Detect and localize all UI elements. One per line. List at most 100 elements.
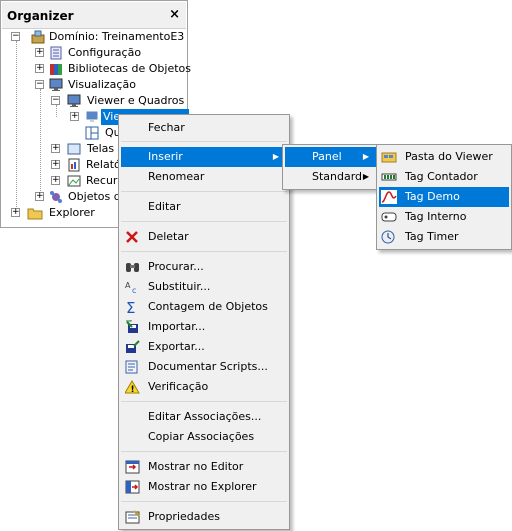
expand-icon[interactable]: + [51, 176, 60, 185]
menu-item-label: Editar [148, 200, 181, 213]
tree-item-explorer[interactable]: + Explorer [11, 205, 131, 221]
tree-item-configuracao[interactable]: + Configuração [35, 45, 185, 61]
menu-item-label: Deletar [148, 230, 189, 243]
screen-icon [67, 142, 81, 155]
menu-item-contagem[interactable]: Σ Contagem de Objetos [121, 297, 287, 317]
expand-icon[interactable]: + [70, 112, 79, 121]
menu-separator [121, 221, 287, 222]
export-icon [125, 340, 141, 354]
svg-text:c: c [132, 286, 136, 294]
tree-item-visualizacao[interactable]: − Visualização [35, 77, 185, 93]
tree-item-label: Bibliotecas de Objetos [68, 62, 192, 75]
close-icon[interactable]: × [169, 7, 180, 22]
viewer-folder-icon [381, 150, 397, 164]
menu-item-mostrar-explorer[interactable]: Mostrar no Explorer [121, 477, 287, 497]
menu-item-mostrar-editor[interactable]: Mostrar no Editor [121, 457, 287, 477]
tree-item-label: Relatórios [86, 158, 121, 171]
menu-item-panel[interactable]: Panel ▶ [285, 147, 377, 167]
menu-item-label: Tag Contador [405, 170, 478, 183]
menu-item-label: Documentar Scripts... [148, 360, 268, 373]
svg-text:Σ: Σ [126, 300, 135, 314]
tree-item-label: Explorer [49, 206, 95, 219]
folder-icon [27, 206, 43, 220]
internal-tag-icon [381, 210, 397, 224]
tree-line [16, 41, 17, 213]
menu-item-editar-associacoes[interactable]: Editar Associações... [121, 407, 287, 427]
context-menu: Fechar Inserir ▶ Renomear Editar Deletar… [118, 114, 290, 530]
collapse-icon[interactable]: − [51, 96, 60, 105]
menu-item-label: Tag Timer [405, 230, 459, 243]
properties-icon [125, 510, 141, 524]
menu-item-label: Standard [312, 170, 363, 183]
menu-item-tag-demo[interactable]: Tag Demo [379, 187, 509, 207]
tree-item-viewer-quadros[interactable]: − Viewer e Quadros [51, 93, 185, 109]
expand-icon[interactable]: + [35, 48, 44, 57]
menu-item-inserir[interactable]: Inserir ▶ [121, 147, 287, 167]
monitor-icon [67, 94, 81, 107]
submenu-arrow-icon: ▶ [362, 152, 369, 161]
menu-item-substituir[interactable]: Ac Substituir... [121, 277, 287, 297]
menu-separator [121, 251, 287, 252]
tree-item-dominio[interactable]: − Domínio: TreinamentoE3 [11, 29, 187, 45]
expand-icon[interactable]: + [35, 64, 44, 73]
show-in-explorer-icon [125, 480, 141, 494]
tree-item-quadros[interactable]: Quadros [83, 125, 123, 141]
menu-item-procurar[interactable]: Procurar... [121, 257, 287, 277]
menu-item-pasta-viewer[interactable]: Pasta do Viewer [379, 147, 509, 167]
document-scripts-icon [125, 360, 141, 374]
expand-icon[interactable]: + [51, 144, 60, 153]
menu-separator [121, 451, 287, 452]
collapse-icon[interactable]: − [35, 80, 44, 89]
menu-item-copiar-associacoes[interactable]: Copiar Associações [121, 427, 287, 447]
menu-item-exportar[interactable]: Exportar... [121, 337, 287, 357]
menu-item-tag-interno[interactable]: Tag Interno [379, 207, 509, 227]
organizer-title-bar: Organizer × [2, 2, 186, 29]
expand-icon[interactable]: + [51, 160, 60, 169]
tree-line [40, 89, 41, 197]
tree-item-label: Domínio: TreinamentoE3 [49, 30, 185, 43]
menu-item-fechar[interactable]: Fechar [121, 118, 287, 138]
menu-item-label: Inserir [148, 150, 183, 163]
tree-item-label: Recursos [86, 174, 121, 187]
menu-separator [121, 401, 287, 402]
menu-item-label: Mostrar no Editor [148, 460, 244, 473]
menu-item-tag-contador[interactable]: Tag Contador [379, 167, 509, 187]
svg-text:!: ! [131, 385, 135, 394]
expand-icon[interactable]: + [11, 208, 20, 217]
domain-icon [31, 30, 45, 44]
menu-item-label: Copiar Associações [148, 430, 255, 443]
report-icon [67, 158, 81, 172]
submenu-inserir: Panel ▶ Standard ▶ [282, 144, 380, 190]
menu-item-verificacao[interactable]: ! Verificação [121, 377, 287, 397]
tree-item-label: Configuração [68, 46, 142, 59]
tree-item-label: Viewer e Quadros [87, 94, 185, 107]
menu-item-standard[interactable]: Standard ▶ [285, 167, 377, 187]
monitor-icon [49, 78, 63, 91]
menu-item-propriedades[interactable]: Propriedades [121, 507, 287, 527]
tree-item-recursos[interactable]: + Recursos [51, 173, 121, 189]
tree-item-telas[interactable]: + Telas [51, 141, 121, 157]
tree-item-bibliotecas[interactable]: + Bibliotecas de Objetos [35, 61, 191, 77]
menu-item-editar[interactable]: Editar [121, 197, 287, 217]
menu-item-label: Tag Interno [405, 210, 467, 223]
show-in-editor-icon [125, 460, 141, 474]
tree-item-label: Telas [87, 142, 115, 155]
menu-item-label: Verificação [148, 380, 209, 393]
menu-item-label: Substituir... [148, 280, 211, 293]
menu-item-tag-timer[interactable]: Tag Timer [379, 227, 509, 247]
collapse-icon[interactable]: − [11, 32, 20, 41]
svg-text:A: A [125, 281, 131, 290]
tree-item-objetos[interactable]: + Objetos de [35, 189, 128, 205]
library-icon [49, 62, 63, 75]
menu-item-renomear[interactable]: Renomear [121, 167, 287, 187]
tree-item-relatorios[interactable]: + Relatórios [51, 157, 121, 173]
submenu-panel: Pasta do Viewer Tag Contador Tag Demo Ta… [376, 144, 512, 250]
replace-icon: Ac [125, 280, 141, 295]
resource-icon [67, 174, 81, 187]
expand-icon[interactable]: + [35, 192, 44, 201]
menu-item-deletar[interactable]: Deletar [121, 227, 287, 247]
menu-item-importar[interactable]: Importar... [121, 317, 287, 337]
menu-item-documentar[interactable]: Documentar Scripts... [121, 357, 287, 377]
frame-icon [85, 126, 99, 140]
sigma-icon: Σ [125, 299, 141, 317]
